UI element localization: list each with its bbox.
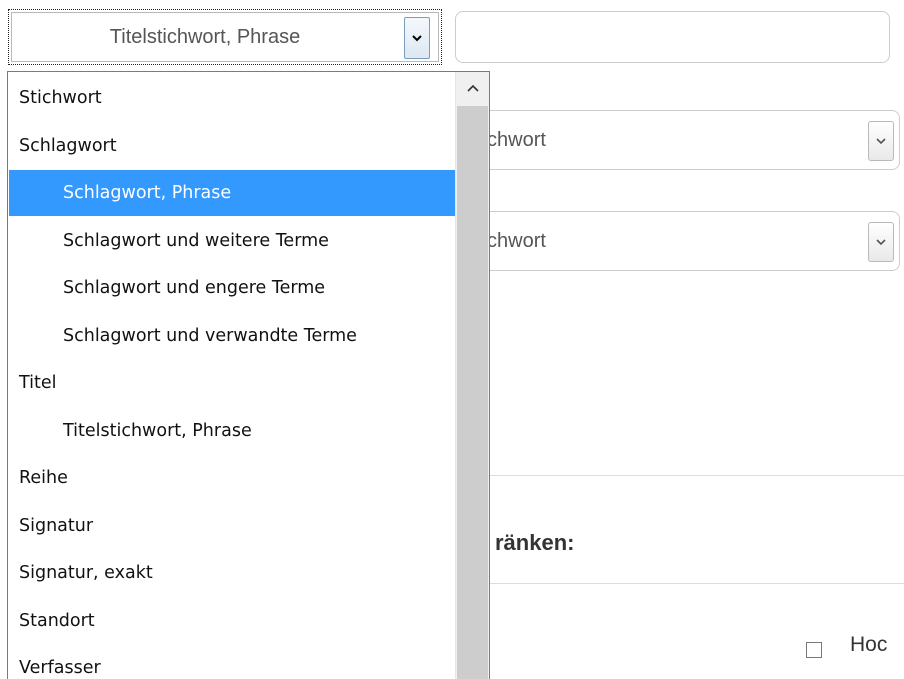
chevron-down-icon [876, 138, 886, 145]
third-field-select[interactable]: tichwort [430, 211, 900, 271]
section-divider [470, 583, 904, 584]
dropdown-scrollbar[interactable] [455, 72, 489, 679]
search-field-dropdown-list[interactable]: Stichwort Schlagwort Schlagwort, Phrase Sch… [7, 71, 490, 679]
dropdown-option[interactable]: Titel [9, 360, 467, 406]
dropdown-option[interactable]: Schlagwort und weitere Terme [9, 218, 489, 264]
second-field-select[interactable]: tichwort [430, 110, 900, 170]
section-heading: ränken: [495, 530, 575, 555]
second-field-select-button[interactable] [868, 121, 894, 161]
dropdown-option[interactable]: Verfasser [9, 645, 467, 679]
scroll-up-button[interactable] [456, 72, 489, 104]
filter-checkbox[interactable] [806, 642, 822, 658]
dropdown-option[interactable]: Reihe [9, 455, 467, 501]
third-field-select-button[interactable] [868, 222, 894, 262]
search-input[interactable] [455, 11, 890, 63]
section-divider [470, 475, 904, 476]
dropdown-option[interactable]: Schlagwort und engere Terme [9, 265, 489, 311]
search-field-select-dropdown-button[interactable] [404, 17, 430, 59]
search-field-select-box[interactable]: Titelstichwort, Phrase [11, 12, 439, 62]
dropdown-option[interactable]: Stichwort [9, 75, 467, 121]
search-field-select-value: Titelstichwort, Phrase [109, 25, 301, 48]
filter-checkbox-label: Hoc [850, 633, 888, 656]
dropdown-option[interactable]: Titelstichwort, Phrase [9, 408, 489, 454]
dropdown-option[interactable]: Schlagwort, Phrase [9, 170, 489, 216]
dropdown-option[interactable]: Schlagwort [9, 123, 467, 169]
chevron-down-icon [876, 239, 886, 246]
dropdown-option[interactable]: Signatur, exakt [9, 550, 467, 596]
chevron-down-icon [412, 35, 422, 42]
chevron-up-icon [466, 84, 479, 92]
scroll-thumb[interactable] [457, 106, 488, 679]
dropdown-option[interactable]: Schlagwort und verwandte Terme [9, 313, 489, 359]
search-field-select[interactable]: Titelstichwort, Phrase [8, 9, 442, 65]
dropdown-option[interactable]: Signatur [9, 503, 467, 549]
dropdown-option[interactable]: Standort [9, 598, 467, 644]
